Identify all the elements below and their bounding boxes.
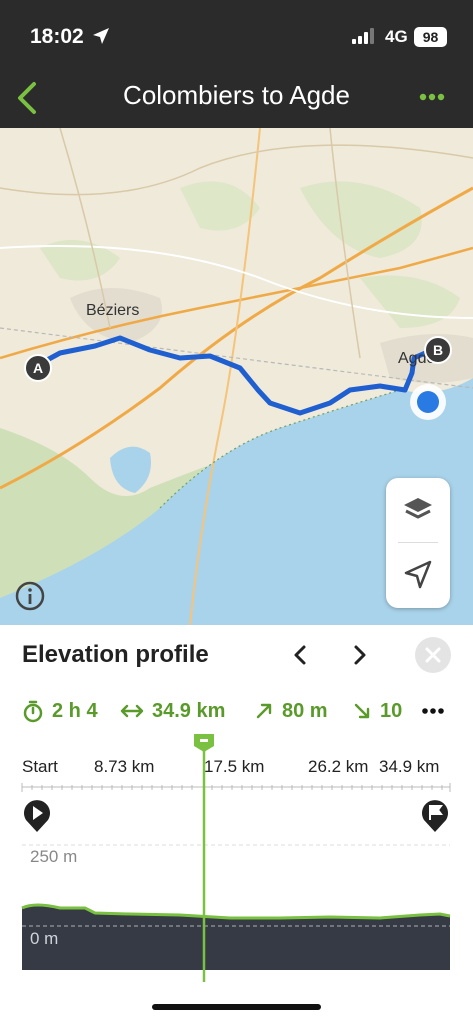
prev-button[interactable]	[288, 641, 314, 669]
duration-value: 2 h 4	[52, 699, 98, 722]
page-title: Colombiers to Agde	[123, 80, 350, 110]
elevation-chart[interactable]: Start 8.73 km 17.5 km 26.2 km 34.9 km 25…	[0, 730, 473, 985]
more-options-button[interactable]	[412, 82, 452, 112]
close-button[interactable]	[415, 637, 451, 673]
network-type: 4G	[385, 27, 408, 46]
elevation-fill	[22, 905, 450, 970]
finish-pin-icon	[420, 798, 450, 834]
status-bar: 18:02 4G 98	[0, 0, 473, 72]
stat-ascent: 80 m	[254, 695, 328, 727]
route-stats: 2 h 4 34.9 km 80 m 10	[0, 695, 473, 727]
chevron-left-icon	[294, 645, 306, 665]
elevation-panel: Elevation profile 2 h 4 34.9 km 80 m 10	[0, 625, 473, 1024]
locate-arrow-icon	[404, 560, 432, 589]
map-label-beziers: Béziers	[86, 302, 140, 319]
panel-title: Elevation profile	[22, 641, 209, 668]
stopwatch-icon	[23, 700, 43, 723]
layers-button[interactable]	[400, 492, 436, 528]
status-time: 18:02	[30, 25, 84, 48]
more-dots-icon	[422, 708, 444, 714]
start-pin-icon	[22, 798, 52, 834]
chevron-left-icon	[18, 82, 36, 114]
y-label-top: 250 m	[30, 847, 78, 866]
location-arrow-icon	[92, 27, 110, 50]
distance-arrows-icon	[120, 704, 144, 718]
descent-value: 10	[380, 699, 403, 722]
axis-tick-1: 8.73 km	[94, 757, 155, 776]
stat-duration: 2 h 4	[22, 695, 98, 727]
layers-icon	[404, 498, 432, 519]
map-controls	[386, 478, 450, 608]
info-icon	[15, 581, 45, 611]
axis-tick-2: 17.5 km	[204, 757, 265, 776]
cursor-handle	[194, 734, 214, 752]
map-info-button[interactable]	[14, 580, 46, 612]
descent-arrow-icon	[354, 703, 370, 719]
back-button[interactable]	[10, 78, 46, 118]
stat-distance: 34.9 km	[120, 695, 225, 727]
ascent-arrow-icon	[256, 703, 272, 719]
battery-indicator: 98	[414, 27, 447, 47]
stat-descent: 10	[352, 695, 402, 727]
chevron-right-icon	[354, 645, 366, 665]
home-indicator[interactable]	[152, 1004, 321, 1010]
close-icon	[425, 647, 441, 663]
controls-divider	[398, 542, 438, 543]
nav-bar: Colombiers to Agde	[0, 72, 473, 128]
axis-tick-start: Start	[22, 757, 58, 776]
distance-value: 34.9 km	[152, 699, 226, 722]
stats-more-button[interactable]	[420, 695, 448, 727]
end-marker[interactable]: B	[424, 336, 452, 364]
axis-tick-3: 26.2 km	[308, 757, 369, 776]
route-map[interactable]: Béziers Agde A B	[0, 128, 473, 625]
y-label-bottom: 0 m	[30, 929, 59, 948]
next-button[interactable]	[346, 641, 372, 669]
start-marker[interactable]: A	[24, 354, 52, 382]
more-dots-icon	[419, 93, 445, 101]
ascent-value: 80 m	[282, 699, 328, 722]
signal-bars-icon	[352, 28, 378, 49]
current-location-dot	[410, 384, 446, 420]
axis-tick-4: 34.9 km	[379, 757, 440, 776]
locate-button[interactable]	[402, 558, 434, 592]
